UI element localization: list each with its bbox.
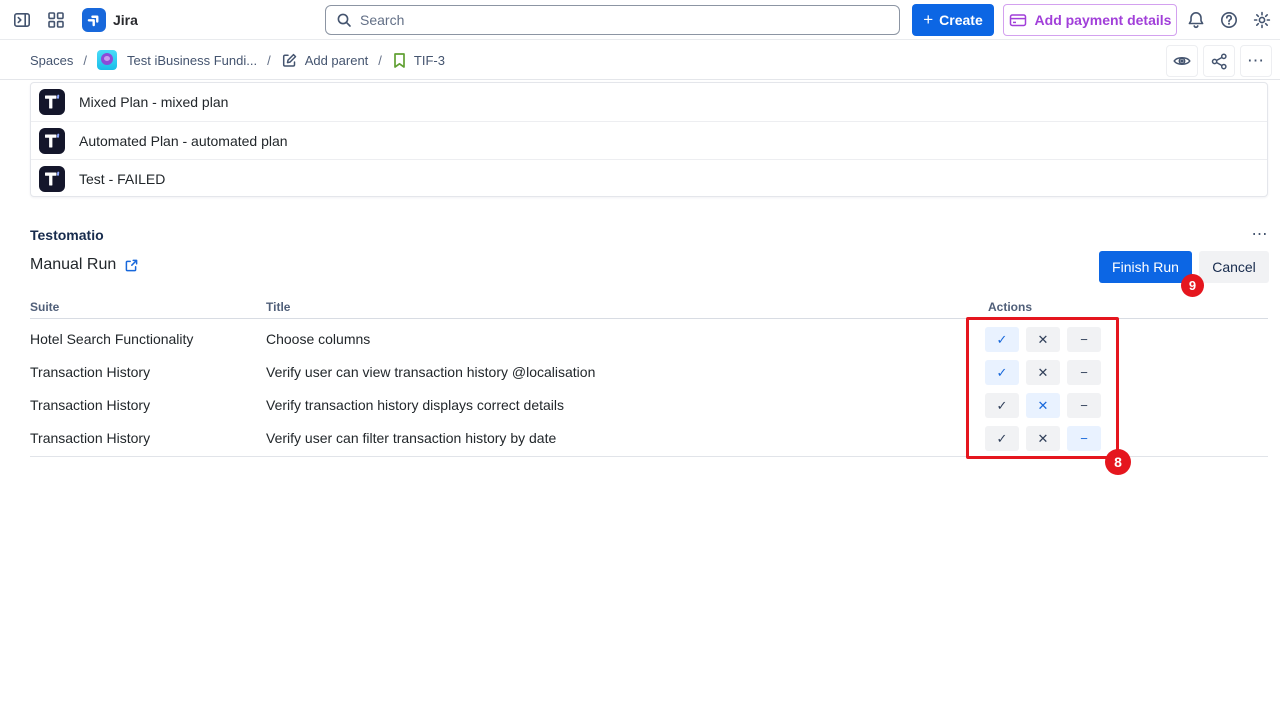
question-icon: [1219, 10, 1239, 30]
pass-button[interactable]: ✓: [985, 360, 1019, 385]
table-row: Transaction History Verify user can view…: [0, 356, 1280, 389]
add-parent-link[interactable]: Add parent: [281, 52, 369, 69]
run-title-row: Manual Run: [30, 256, 139, 274]
search-input[interactable]: [360, 12, 889, 28]
column-header-title: Title: [266, 300, 290, 314]
credit-card-icon: [1009, 12, 1027, 28]
plus-icon: +: [923, 10, 933, 30]
edit-icon: [281, 52, 298, 69]
testomatio-logo-icon: [39, 89, 65, 115]
suite-cell: Hotel Search Functionality: [30, 323, 193, 356]
title-cell: Choose columns: [266, 323, 370, 356]
jira-logo-icon[interactable]: [82, 8, 106, 32]
pass-button[interactable]: ✓: [985, 393, 1019, 418]
table-row: Transaction History Verify transaction h…: [0, 389, 1280, 422]
testomatio-logo-icon: [39, 166, 65, 192]
plan-row-test-failed[interactable]: Test - FAILED: [31, 159, 1267, 197]
breadcrumb-separator: /: [267, 53, 271, 68]
section-more-button[interactable]: ⋯: [1248, 224, 1272, 244]
title-cell: Verify transaction history displays corr…: [266, 389, 564, 422]
table-header-divider: [30, 318, 1268, 319]
column-header-suite: Suite: [30, 300, 59, 314]
ellipsis-icon: ⋯: [1252, 224, 1269, 244]
breadcrumb-separator: /: [378, 53, 382, 68]
table-row: Hotel Search Functionality Choose column…: [0, 323, 1280, 356]
row-actions: ✓ ✕ −: [985, 360, 1101, 385]
column-header-actions: Actions: [988, 300, 1032, 314]
breadcrumb-bar: Spaces / Test iBusiness Fundi... / Add p…: [0, 41, 1280, 80]
top-navigation-bar: Jira + Create Add payment details: [0, 0, 1280, 40]
fail-button[interactable]: ✕: [1026, 393, 1060, 418]
suite-cell: Transaction History: [30, 389, 150, 422]
skip-button[interactable]: −: [1067, 327, 1101, 352]
fail-button[interactable]: ✕: [1026, 426, 1060, 451]
skip-button[interactable]: −: [1067, 360, 1101, 385]
eye-icon: [1172, 51, 1192, 71]
breadcrumb-separator: /: [83, 53, 87, 68]
table-row: Transaction History Verify user can filt…: [0, 422, 1280, 455]
cancel-button[interactable]: Cancel: [1199, 251, 1269, 283]
row-actions: ✓ ✕ −: [985, 426, 1101, 451]
plan-label: Test - FAILED: [79, 171, 165, 187]
sidebar-expand-icon: [12, 10, 32, 30]
breadcrumb: Spaces / Test iBusiness Fundi... / Add p…: [30, 41, 445, 79]
ellipsis-icon: ⋯: [1247, 51, 1265, 71]
pass-button[interactable]: ✓: [985, 327, 1019, 352]
suite-cell: Transaction History: [30, 356, 150, 389]
test-plan-list: Mixed Plan - mixed plan Automated Plan -…: [30, 82, 1268, 197]
title-cell: Verify user can filter transaction histo…: [266, 422, 556, 455]
bell-icon: [1186, 10, 1206, 30]
fail-button[interactable]: ✕: [1026, 327, 1060, 352]
add-payment-details-button[interactable]: Add payment details: [1003, 4, 1177, 36]
row-actions: ✓ ✕ −: [985, 393, 1101, 418]
table-bottom-divider: [30, 456, 1268, 457]
more-actions-button[interactable]: ⋯: [1240, 45, 1272, 77]
app-title: Jira: [113, 12, 138, 28]
plan-label: Mixed Plan - mixed plan: [79, 94, 228, 110]
breadcrumb-spaces[interactable]: Spaces: [30, 53, 73, 68]
gear-icon: [1252, 10, 1272, 30]
external-link-icon[interactable]: [124, 258, 139, 273]
app-grid-icon: [46, 10, 66, 30]
space-avatar-icon[interactable]: [97, 50, 117, 70]
row-actions: ✓ ✕ −: [985, 327, 1101, 352]
search-icon: [336, 12, 352, 28]
run-title: Manual Run: [30, 256, 116, 274]
create-button[interactable]: + Create: [912, 4, 994, 36]
breadcrumb-page[interactable]: TIF-3: [392, 52, 445, 69]
watch-button[interactable]: [1166, 45, 1198, 77]
skip-button[interactable]: −: [1067, 393, 1101, 418]
jira-page: Jira + Create Add payment details Spaces…: [0, 0, 1280, 720]
global-search[interactable]: [325, 5, 900, 35]
pass-button[interactable]: ✓: [985, 426, 1019, 451]
sidebar-toggle-button[interactable]: [10, 9, 34, 31]
help-button[interactable]: [1218, 9, 1240, 31]
plan-label: Automated Plan - automated plan: [79, 133, 288, 149]
fail-button[interactable]: ✕: [1026, 360, 1060, 385]
notifications-button[interactable]: [1185, 9, 1207, 31]
skip-button[interactable]: −: [1067, 426, 1101, 451]
testomatio-logo-icon: [39, 128, 65, 154]
section-heading: Testomatio: [30, 227, 104, 243]
breadcrumb-space-name[interactable]: Test iBusiness Fundi...: [127, 53, 257, 68]
plan-row-automated[interactable]: Automated Plan - automated plan: [31, 121, 1267, 159]
title-cell: Verify user can view transaction history…: [266, 356, 595, 389]
settings-button[interactable]: [1251, 9, 1273, 31]
share-icon: [1210, 52, 1229, 71]
suite-cell: Transaction History: [30, 422, 150, 455]
share-button[interactable]: [1203, 45, 1235, 77]
plan-row-mixed[interactable]: Mixed Plan - mixed plan: [31, 83, 1267, 121]
bookmark-icon: [392, 52, 407, 69]
finish-run-button[interactable]: Finish Run: [1099, 251, 1192, 283]
app-switcher-button[interactable]: [44, 9, 68, 31]
